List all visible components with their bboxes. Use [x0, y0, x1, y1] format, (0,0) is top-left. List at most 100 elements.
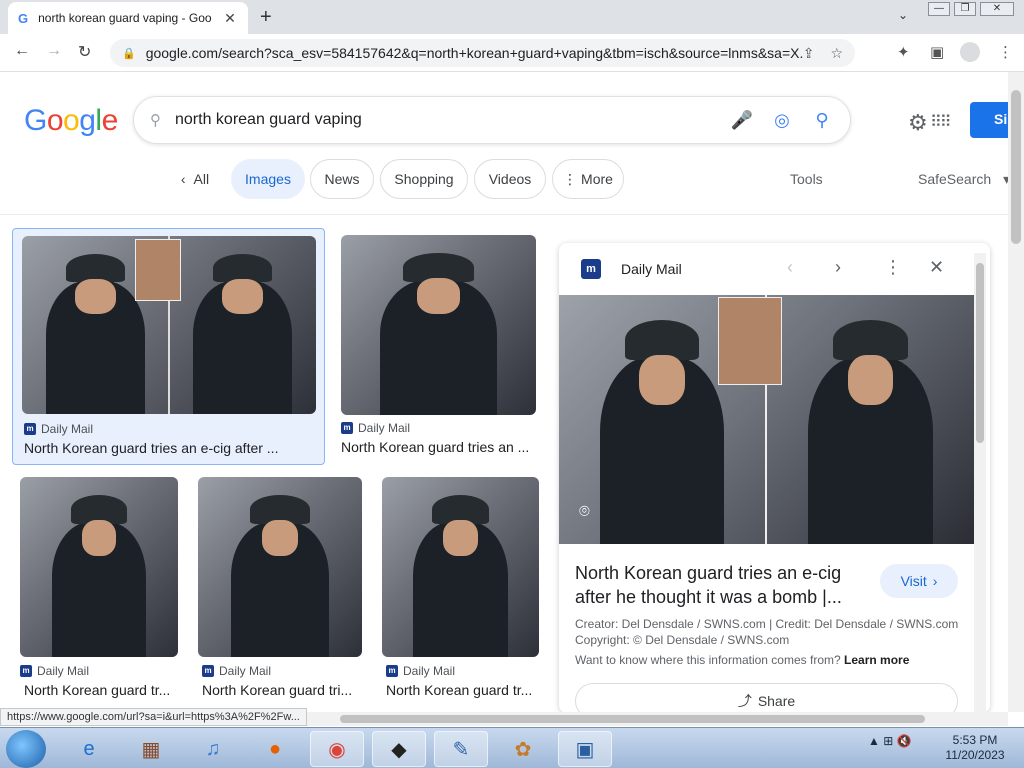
browser-tab[interactable]: G north korean guard vaping - Goo ✕	[8, 2, 248, 34]
copyright-line: Copyright: © Del Densdale / SWNS.com	[575, 633, 790, 647]
app-hat-icon[interactable]: ◆	[372, 731, 426, 767]
window-close-button[interactable]: ✕	[980, 2, 1014, 16]
daily-mail-favicon-icon: m	[386, 665, 398, 677]
image-credit: Creator: Del Densdale / SWNS.com | Credi…	[575, 616, 975, 648]
chevron-left-icon: ‹	[180, 171, 186, 187]
search-input[interactable]: north korean guard vaping	[175, 111, 722, 129]
daily-mail-favicon-icon: m	[24, 423, 36, 435]
learn-more-link[interactable]: Learn more	[844, 653, 909, 667]
preview-image[interactable]: ⌾	[559, 295, 974, 544]
lock-icon: 🔒	[122, 47, 136, 60]
visual-search-lens-icon[interactable]: ⌾	[579, 501, 603, 525]
chip-all[interactable]: ‹ All	[170, 159, 220, 199]
safesearch-button[interactable]: SafeSearch ▾	[918, 171, 1010, 188]
result-title[interactable]: North Korean guard tri...	[202, 682, 362, 698]
daily-mail-favicon-icon: m	[202, 665, 214, 677]
image-result-card[interactable]: m Daily Mail North Korean guard tr...	[20, 477, 178, 699]
music-player-icon[interactable]: ♫	[186, 731, 240, 767]
google-apps-icon[interactable]: ⠿⠿	[930, 112, 951, 132]
forward-arrow-icon[interactable]: →	[46, 42, 62, 60]
search-submit-icon[interactable]: ⚲	[802, 110, 842, 131]
image-viewer-icon[interactable]: ▣	[558, 731, 612, 767]
more-vert-icon: ⋮	[563, 170, 578, 187]
side-panel-icon[interactable]: ▣	[930, 43, 944, 61]
result-thumbnail[interactable]	[198, 477, 362, 657]
result-title[interactable]: North Korean guard tr...	[24, 682, 178, 698]
status-url-tooltip: https://www.google.com/url?sa=i&url=http…	[0, 708, 307, 726]
share-page-icon[interactable]: ⇪	[803, 45, 815, 62]
profile-avatar[interactable]	[960, 42, 980, 62]
browser-toolbar: ← → ↻ 🔒 google.com/search?sca_esv=584157…	[0, 34, 1024, 72]
header-divider	[0, 214, 1008, 215]
back-arrow-icon[interactable]: ←	[14, 42, 30, 60]
result-title[interactable]: North Korean guard tr...	[386, 682, 539, 698]
image-result-card[interactable]: m Daily Mail North Korean guard tr...	[382, 477, 539, 699]
previous-chevron-icon[interactable]: ‹	[787, 257, 793, 278]
daily-mail-favicon-icon: m	[581, 259, 601, 279]
daily-mail-favicon-icon: m	[341, 422, 353, 434]
windows-taskbar: e ▦ ♫ ● ◉ ◆ ✎ ✿ ▣ ▲ ⊞ 🔇 5:53 PM 11/20/20…	[0, 727, 1024, 768]
result-title[interactable]: North Korean guard tries an ...	[341, 439, 536, 455]
chip-videos[interactable]: Videos	[474, 159, 546, 199]
address-bar[interactable]: 🔒 google.com/search?sca_esv=584157642&q=…	[110, 39, 855, 67]
result-thumbnail[interactable]	[341, 235, 536, 415]
browser-menu-icon[interactable]: ⋮	[998, 43, 1013, 61]
google-favicon-icon: G	[18, 10, 29, 26]
page-vertical-scrollbar[interactable]	[1008, 72, 1024, 712]
image-result-card[interactable]: m Daily Mail North Korean guard tries an…	[12, 228, 325, 465]
chip-more[interactable]: ⋮ More	[552, 159, 624, 199]
google-logo[interactable]: Google	[24, 104, 118, 138]
tools-app-icon[interactable]: ✎	[434, 731, 488, 767]
result-source: m Daily Mail	[341, 421, 410, 435]
firefox-icon[interactable]: ●	[248, 731, 302, 767]
search-icon: ⚲	[150, 112, 161, 129]
new-tab-button[interactable]: +	[260, 6, 272, 29]
extensions-puzzle-icon[interactable]: ✦	[897, 43, 910, 61]
result-thumbnail[interactable]	[20, 477, 178, 657]
result-source: m Daily Mail	[202, 664, 271, 678]
chrome-icon[interactable]: ◉	[310, 731, 364, 767]
panel-title[interactable]: North Korean guard tries an e-cig after …	[575, 561, 875, 609]
internet-explorer-icon[interactable]: e	[62, 731, 116, 767]
window-restore-button[interactable]: ❐	[954, 2, 976, 16]
visit-button[interactable]: Visit ›	[880, 564, 958, 598]
tab-title: north korean guard vaping - Goo	[38, 11, 212, 25]
more-options-icon[interactable]: ⋮	[884, 257, 902, 278]
chip-shopping[interactable]: Shopping	[380, 159, 468, 199]
chip-news[interactable]: News	[310, 159, 374, 199]
result-thumbnail[interactable]	[382, 477, 539, 657]
share-button[interactable]: ⤴ Share	[575, 683, 958, 713]
panel-scrollbar[interactable]	[974, 253, 986, 713]
result-title[interactable]: North Korean guard tries an e-cig after …	[24, 440, 314, 456]
info-source-note: Want to know where this information come…	[575, 653, 910, 667]
tab-search-button[interactable]: ⌄	[898, 8, 908, 22]
image-result-card[interactable]: m Daily Mail North Korean guard tries an…	[341, 235, 536, 465]
daily-mail-favicon-icon: m	[20, 665, 32, 677]
app-icon[interactable]: ▦	[124, 731, 178, 767]
next-chevron-icon[interactable]: ›	[835, 257, 841, 278]
microphone-icon[interactable]: 🎤	[722, 110, 762, 131]
lens-icon[interactable]: ◎	[762, 110, 802, 131]
panel-source[interactable]: Daily Mail	[621, 261, 682, 277]
panel-header: m Daily Mail ‹ › ⋮ ✕	[559, 243, 990, 295]
image-result-card[interactable]: m Daily Mail North Korean guard tri...	[198, 477, 362, 699]
settings-gear-icon[interactable]: ⚙	[908, 110, 928, 136]
paint-icon[interactable]: ✿	[496, 731, 550, 767]
share-icon: ⤴	[737, 693, 752, 709]
reload-icon[interactable]: ↻	[78, 42, 91, 62]
system-tray[interactable]: ▲ ⊞ 🔇	[868, 734, 912, 748]
bookmark-star-icon[interactable]: ☆	[830, 45, 843, 62]
result-source: m Daily Mail	[20, 664, 89, 678]
chip-images[interactable]: Images	[231, 159, 305, 199]
image-preview-panel: m Daily Mail ‹ › ⋮ ✕ ⌾ North Korean guar…	[559, 243, 990, 713]
window-minimize-button[interactable]: —	[928, 2, 950, 16]
tools-button[interactable]: Tools	[790, 171, 823, 187]
result-thumbnail[interactable]	[22, 236, 316, 414]
taskbar-clock[interactable]: 5:53 PM 11/20/2023	[940, 733, 1010, 763]
chevron-right-icon: ›	[932, 573, 938, 589]
result-source: m Daily Mail	[24, 422, 93, 436]
search-box[interactable]: ⚲ north korean guard vaping 🎤 ◎ ⚲	[133, 96, 851, 144]
start-button[interactable]	[6, 730, 46, 768]
tab-close-icon[interactable]: ✕	[222, 10, 238, 27]
close-icon[interactable]: ✕	[929, 257, 944, 278]
